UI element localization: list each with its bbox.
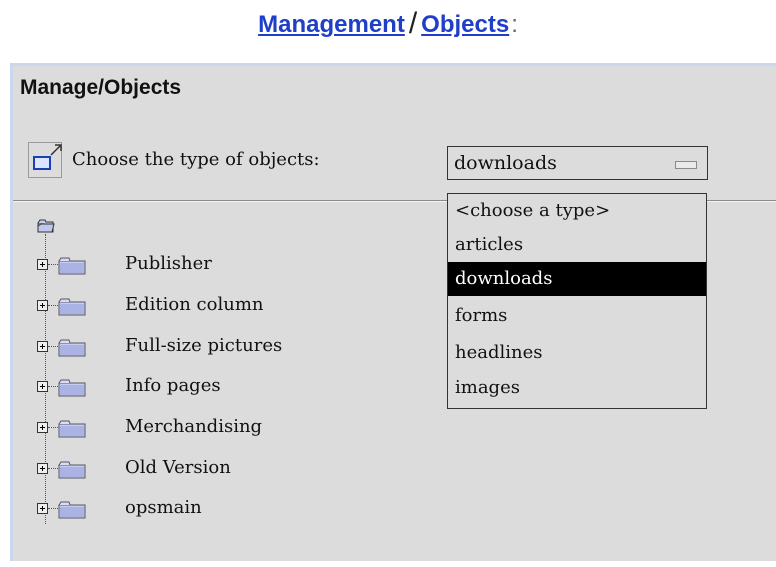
expand-plus-icon[interactable] — [37, 259, 48, 270]
tree-item-label: Edition column — [125, 294, 264, 315]
expand-plus-icon[interactable] — [37, 341, 48, 352]
tree-item[interactable]: Merchandising — [37, 416, 367, 440]
expand-plus-icon[interactable] — [37, 463, 48, 474]
dropdown-option[interactable]: forms — [448, 299, 706, 333]
breadcrumb: Management / Objects: — [0, 6, 776, 42]
expand-plus-icon[interactable] — [37, 422, 48, 433]
expand-plus-icon[interactable] — [37, 300, 48, 311]
folder-icon — [58, 257, 86, 275]
object-type-select-value: downloads — [454, 152, 557, 174]
object-type-dropdown-list: <choose a type> articles downloads forms… — [447, 193, 707, 409]
dropdown-option[interactable]: headlines — [448, 336, 706, 370]
tree-item-label: Merchandising — [125, 416, 263, 437]
tree-item[interactable]: Edition column — [37, 294, 367, 318]
folder-icon — [58, 420, 86, 438]
folder-open-icon — [37, 219, 55, 233]
breadcrumb-management-link[interactable]: Management — [258, 11, 405, 38]
tree-item[interactable]: Full-size pictures — [37, 335, 367, 359]
expand-plus-icon[interactable] — [37, 503, 48, 514]
object-type-select[interactable]: downloads — [447, 146, 708, 180]
folder-icon — [58, 501, 86, 519]
breadcrumb-colon: : — [511, 11, 518, 38]
tree-item-label: Full-size pictures — [125, 335, 283, 356]
tree-item[interactable]: opsmain — [37, 497, 367, 521]
dropdown-option-selected[interactable]: downloads — [448, 262, 706, 296]
tree-item[interactable]: Info pages — [37, 375, 367, 399]
folder-icon — [58, 339, 86, 357]
dropdown-option[interactable]: images — [448, 371, 706, 405]
panel-title: Manage/Objects — [20, 76, 182, 99]
tree-item-label: Publisher — [125, 253, 212, 274]
tree-item[interactable]: Publisher — [37, 253, 367, 277]
expand-plus-icon[interactable] — [37, 381, 48, 392]
folder-icon — [58, 461, 86, 479]
folder-icon — [58, 298, 86, 316]
dropdown-option[interactable]: articles — [448, 228, 706, 262]
tree-item-label: Info pages — [125, 375, 221, 396]
folder-icon — [58, 379, 86, 397]
tree-item-label: opsmain — [125, 497, 202, 518]
tree-item-label: Old Version — [125, 457, 231, 478]
dropdown-option[interactable]: <choose a type> — [448, 194, 706, 228]
tree-item[interactable]: Old Version — [37, 457, 367, 481]
window-popout-icon — [33, 156, 51, 170]
popout-window-button[interactable] — [28, 142, 62, 178]
breadcrumb-objects-link[interactable]: Objects — [421, 11, 509, 38]
arrow-up-right-icon — [50, 144, 62, 156]
breadcrumb-separator: / — [408, 7, 418, 40]
select-indicator-icon — [675, 161, 697, 169]
manage-objects-panel: Manage/Objects Choose the type of object… — [10, 63, 776, 561]
choose-type-label: Choose the type of objects: — [72, 149, 320, 170]
